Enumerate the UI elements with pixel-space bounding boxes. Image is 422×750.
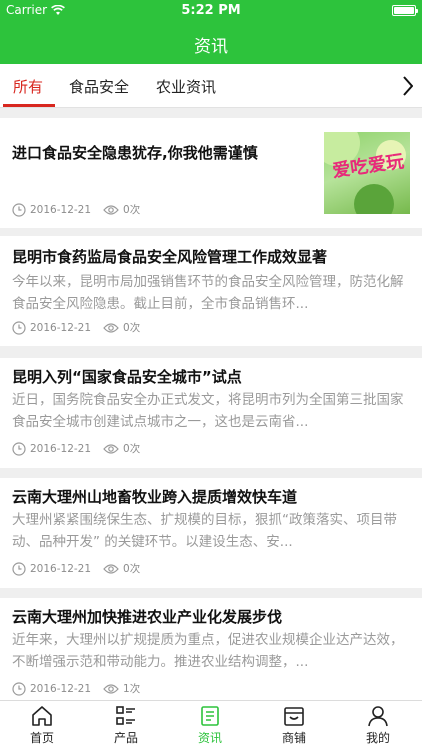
active-tab-indicator bbox=[3, 104, 55, 107]
clock-icon bbox=[12, 561, 26, 576]
category-tabs: 所有 食品安全 农业资讯 bbox=[0, 64, 422, 108]
page-title: 资讯 bbox=[194, 37, 228, 57]
article-title: 昆明市食药监局食品安全风险管理工作成效显著 bbox=[12, 248, 328, 266]
bottom-tab-shop[interactable]: 商铺 bbox=[252, 705, 336, 746]
clock-icon bbox=[12, 681, 26, 696]
eye-icon bbox=[103, 322, 119, 333]
article-summary: 近日，国务院食品安全办正式发文，将昆明市列为全国第三批国家食品安全城市创建试点城… bbox=[12, 392, 404, 430]
bottom-tab-label: 首页 bbox=[29, 731, 54, 745]
bottom-tab-home[interactable]: 首页 bbox=[0, 705, 84, 746]
home-icon bbox=[32, 706, 52, 726]
eye-icon bbox=[103, 683, 119, 694]
article-date: 2016-12-21 bbox=[30, 562, 92, 575]
article-item[interactable]: 云南大理州山地畜牧业跨入提质增效快车道 大理州紧紧围绕保生态、扩规模的目标，狠抓… bbox=[0, 478, 422, 588]
article-date: 2016-12-21 bbox=[30, 203, 92, 216]
article-title: 昆明入列“国家食品安全城市”试点 bbox=[12, 368, 242, 386]
article-title: 进口食品安全隐患犹存,你我他需谨慎 bbox=[12, 144, 258, 162]
clock-icon bbox=[12, 202, 26, 217]
article-meta: 2016-12-21 0次 bbox=[12, 561, 140, 576]
bottom-tab-products[interactable]: 产品 bbox=[84, 705, 168, 746]
article-thumbnail: 爱吃爱玩 bbox=[324, 132, 410, 214]
article-views: 1次 bbox=[123, 683, 141, 695]
clock-icon bbox=[12, 441, 26, 456]
article-title: 云南大理州加快推进农业产业化发展步伐 bbox=[12, 608, 283, 626]
user-icon bbox=[368, 706, 388, 727]
eye-icon bbox=[103, 563, 119, 574]
article-summary: 近年来，大理州以扩规提质为重点，促进农业规模企业达产达效，不断增强示范和带动能力… bbox=[12, 632, 404, 670]
article-views: 0次 bbox=[123, 204, 141, 216]
bottom-tab-label: 产品 bbox=[113, 731, 138, 745]
article-title: 云南大理州山地畜牧业跨入提质增效快车道 bbox=[12, 488, 298, 506]
chevron-right-icon[interactable] bbox=[403, 76, 414, 100]
article-date: 2016-12-21 bbox=[30, 321, 92, 334]
clock-icon bbox=[12, 320, 26, 335]
article-item[interactable]: 进口食品安全隐患犹存,你我他需谨慎 2016-12-21 0次 爱吃爱玩 bbox=[0, 118, 422, 228]
article-meta: 2016-12-21 0次 bbox=[12, 320, 140, 335]
article-views: 0次 bbox=[123, 443, 141, 455]
article-item[interactable]: 昆明市食药监局食品安全风险管理工作成效显著 今年以来，昆明市局加强销售环节的食品… bbox=[0, 236, 422, 346]
app-root: Carrier 5:22 PM 资讯 所有 食品安全 农业资讯 进口食品安全隐患… bbox=[0, 0, 422, 750]
shop-icon bbox=[284, 707, 304, 726]
article-date: 2016-12-21 bbox=[30, 682, 92, 695]
status-time: 5:22 PM bbox=[181, 3, 241, 18]
eye-icon bbox=[103, 443, 119, 454]
article-date: 2016-12-21 bbox=[30, 442, 92, 455]
battery-icon bbox=[392, 5, 418, 16]
status-bar: Carrier 5:22 PM bbox=[0, 0, 422, 22]
tab-agriculture-news[interactable]: 农业资讯 bbox=[156, 76, 216, 97]
bottom-tab-label: 商铺 bbox=[281, 731, 306, 745]
article-meta: 2016-12-21 0次 bbox=[12, 202, 140, 217]
bottom-tab-news[interactable]: 资讯 bbox=[168, 705, 252, 746]
article-meta: 2016-12-21 0次 bbox=[12, 441, 140, 456]
article-meta: 2016-12-21 1次 bbox=[12, 681, 140, 696]
article-item[interactable]: 昆明入列“国家食品安全城市”试点 近日，国务院食品安全办正式发文，将昆明市列为全… bbox=[0, 358, 422, 468]
bottom-tab-label: 我的 bbox=[365, 731, 390, 745]
article-views: 0次 bbox=[123, 322, 141, 334]
tab-food-safety[interactable]: 食品安全 bbox=[69, 76, 129, 97]
bottom-tab-label: 资讯 bbox=[197, 731, 222, 745]
eye-icon bbox=[103, 204, 119, 215]
article-views: 0次 bbox=[123, 563, 141, 575]
article-summary: 大理州紧紧围绕保生态、扩规模的目标，狠抓“政策落实、项目带动、品种开发” 的关键… bbox=[12, 512, 397, 550]
app-header: Carrier 5:22 PM 资讯 bbox=[0, 0, 422, 64]
bottom-tab-bar: 首页 产品 资讯 商铺 我的 bbox=[0, 700, 422, 750]
article-summary: 今年以来，昆明市局加强销售环节的食品安全风险管理，防范化解食品安全风险隐患。截止… bbox=[12, 274, 404, 312]
product-list-icon bbox=[116, 706, 135, 725]
article-item[interactable]: 云南大理州加快推进农业产业化发展步伐 近年来，大理州以扩规提质为重点，促进农业规… bbox=[0, 598, 422, 708]
tab-all[interactable]: 所有 bbox=[13, 76, 43, 97]
news-icon bbox=[201, 706, 219, 726]
bottom-tab-me[interactable]: 我的 bbox=[336, 705, 420, 746]
